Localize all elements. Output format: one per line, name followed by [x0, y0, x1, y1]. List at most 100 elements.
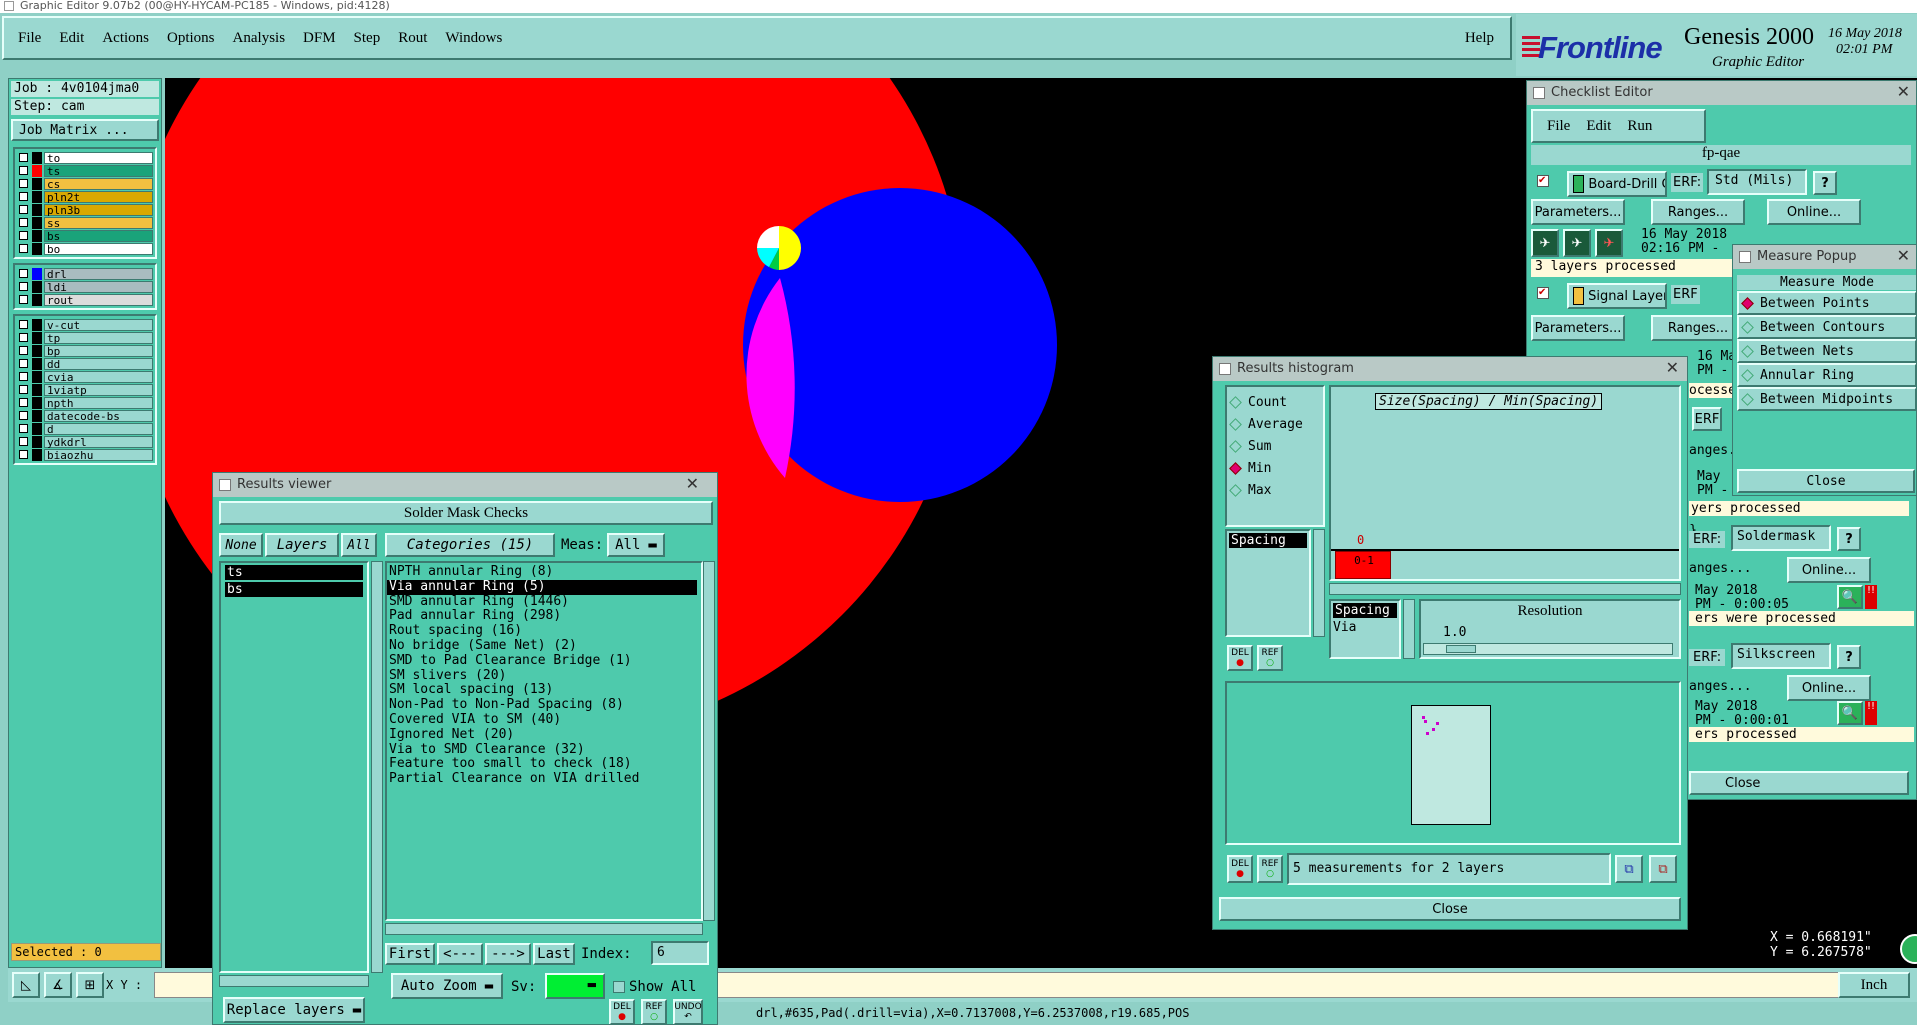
row3-ranges-fragment[interactable]: anges.: [1689, 443, 1736, 458]
menu-rout[interactable]: Rout: [398, 30, 427, 47]
layer-name[interactable]: bo: [44, 242, 153, 255]
menu-file[interactable]: File: [18, 30, 41, 47]
layer-checkbox[interactable]: [19, 411, 28, 420]
layer-row-bp[interactable]: bp: [17, 344, 153, 357]
layer-color-swatch[interactable]: [32, 190, 42, 203]
layer-row-bo[interactable]: bo: [17, 242, 153, 255]
layer-color-swatch[interactable]: [32, 267, 42, 280]
layer-color-swatch[interactable]: [32, 357, 42, 370]
mode-radio-count[interactable]: Count: [1227, 391, 1323, 413]
layer-name[interactable]: bp: [44, 344, 153, 357]
all-layers-button[interactable]: All: [341, 533, 377, 557]
layer-list-scrollbar[interactable]: [371, 561, 383, 973]
menu-windows[interactable]: Windows: [445, 30, 502, 47]
run-icon[interactable]: ✈: [1531, 229, 1559, 257]
layer-name[interactable]: biaozhu: [44, 448, 153, 461]
layer-row-npth[interactable]: npth: [17, 396, 153, 409]
measure-option[interactable]: Between Points: [1737, 291, 1916, 315]
row1-params-button[interactable]: Parameters...: [1531, 199, 1625, 225]
row6-ranges-button[interactable]: anges...: [1689, 679, 1752, 694]
layer-checkbox[interactable]: [19, 398, 28, 407]
mode-radio-min[interactable]: Min: [1227, 457, 1323, 479]
layer-name[interactable]: npth: [44, 396, 153, 409]
meas-select[interactable]: All ▬: [607, 533, 665, 557]
show-all-checkbox[interactable]: [613, 981, 625, 993]
layer-color-swatch[interactable]: [32, 383, 42, 396]
category-item[interactable]: SM slivers (20): [387, 669, 697, 684]
layer-checkbox[interactable]: [19, 231, 28, 240]
viewer-ref-button[interactable]: REF ○: [641, 999, 667, 1024]
layer-name[interactable]: pln2t: [44, 190, 153, 203]
layer-color-swatch[interactable]: [32, 331, 42, 344]
histogram-bar[interactable]: 0-1: [1335, 551, 1391, 579]
checklist-close-button[interactable]: Close: [1689, 771, 1909, 795]
measure-close-button[interactable]: Close: [1737, 469, 1915, 493]
layer-row-v-cut[interactable]: v-cut: [17, 318, 153, 331]
layer-color-swatch[interactable]: [32, 344, 42, 357]
layer-row-tp[interactable]: tp: [17, 331, 153, 344]
sv-color-select[interactable]: ▬: [545, 973, 605, 999]
layer-name[interactable]: drl: [44, 267, 153, 280]
measure-tool-icon[interactable]: ◺: [12, 972, 40, 998]
layer-checkbox[interactable]: [19, 166, 28, 175]
layer-row-ldi[interactable]: ldi: [17, 280, 153, 293]
viewer-del-button[interactable]: DEL ●: [609, 999, 635, 1024]
layer-name[interactable]: v-cut: [44, 318, 153, 331]
layer-name[interactable]: dd: [44, 357, 153, 370]
layer-row-pln2t[interactable]: pln2t: [17, 190, 153, 203]
layer-color-swatch[interactable]: [32, 216, 42, 229]
cl-menu-run[interactable]: Run: [1627, 118, 1652, 135]
layer-color-swatch[interactable]: [32, 280, 42, 293]
chart-scrollbar[interactable]: [1329, 583, 1681, 595]
resolution-slider[interactable]: [1423, 643, 1673, 655]
close-icon[interactable]: ✕: [1666, 358, 1679, 377]
grid-tool-icon[interactable]: ⊞: [76, 972, 104, 998]
category-item[interactable]: Via annular Ring (5): [387, 579, 697, 595]
layer-color-swatch[interactable]: [32, 435, 42, 448]
layer-checkbox[interactable]: [19, 320, 28, 329]
row1-online-button[interactable]: Online...: [1767, 199, 1861, 225]
layer-row-cvia[interactable]: cvia: [17, 370, 153, 383]
row5-ranges-button[interactable]: anges...: [1689, 561, 1752, 576]
layer-row-d[interactable]: d: [17, 422, 153, 435]
replace-layers-button[interactable]: Replace layers ▬: [223, 997, 365, 1023]
layer-row-drl[interactable]: drl: [17, 267, 153, 280]
layer-color-swatch[interactable]: [32, 396, 42, 409]
layer-color-swatch[interactable]: [32, 164, 42, 177]
first-button[interactable]: First: [385, 943, 435, 965]
measure-option[interactable]: Between Nets: [1737, 339, 1916, 363]
export-icon[interactable]: ⧉: [1615, 855, 1643, 883]
layer-row-to[interactable]: to: [17, 151, 153, 164]
layer-checkbox[interactable]: [19, 450, 28, 459]
preview-del-button[interactable]: DEL ●: [1227, 855, 1253, 883]
close-icon[interactable]: ✕: [686, 474, 699, 493]
measure-option[interactable]: Between Contours: [1737, 315, 1916, 339]
category-item[interactable]: Rout spacing (16): [387, 624, 697, 639]
layer-row-bs[interactable]: bs: [17, 229, 153, 242]
import-icon[interactable]: ⧉: [1649, 855, 1677, 883]
row6-online-button[interactable]: Online...: [1787, 675, 1871, 701]
layer-color-swatch[interactable]: [32, 409, 42, 422]
row6-help-icon[interactable]: ?: [1837, 645, 1861, 669]
measure-option[interactable]: Annular Ring: [1737, 363, 1916, 387]
next-button[interactable]: --->: [485, 943, 531, 965]
layer-checkbox[interactable]: [19, 269, 28, 278]
row1-ranges-button[interactable]: Ranges...: [1651, 199, 1745, 225]
layer-checkbox[interactable]: [19, 218, 28, 227]
param-item[interactable]: Spacing: [1229, 533, 1307, 548]
layer-row-ts[interactable]: ts: [17, 164, 153, 177]
row2-params-button[interactable]: Parameters...: [1531, 315, 1625, 341]
category-item[interactable]: SMD annular Ring (1446): [387, 595, 697, 610]
layer-row-pln3b[interactable]: pln3b: [17, 203, 153, 216]
close-icon[interactable]: ✕: [1897, 246, 1910, 265]
row2-ranges-button[interactable]: Ranges...: [1651, 315, 1745, 341]
menu-step[interactable]: Step: [354, 30, 381, 47]
job-matrix-button[interactable]: Job Matrix ...: [11, 119, 159, 141]
layer-checkbox[interactable]: [19, 192, 28, 201]
layer-color-swatch[interactable]: [32, 229, 42, 242]
cl-menu-edit[interactable]: Edit: [1586, 118, 1611, 135]
run-all-icon[interactable]: ✈: [1563, 229, 1591, 257]
measure-option[interactable]: Between Midpoints: [1737, 387, 1916, 411]
layer-checkbox[interactable]: [19, 205, 28, 214]
layer-name[interactable]: ts: [44, 164, 153, 177]
